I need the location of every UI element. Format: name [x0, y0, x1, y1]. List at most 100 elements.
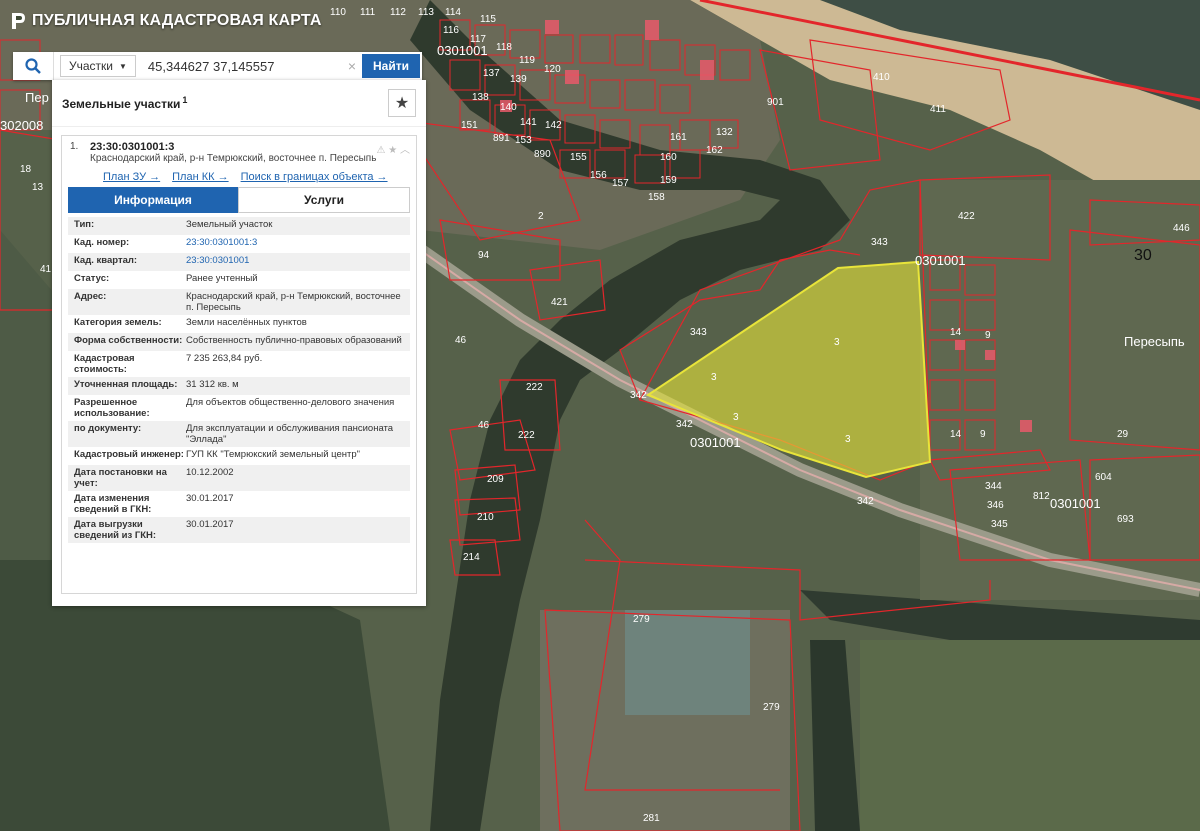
svg-text:13: 13 [32, 182, 44, 193]
svg-text:343: 343 [690, 327, 707, 338]
svg-text:344: 344 [985, 481, 1002, 492]
info-value: Земельный участок [186, 219, 273, 230]
svg-text:345: 345 [991, 519, 1008, 530]
svg-text:158: 158 [648, 192, 665, 203]
info-key: Статус: [74, 273, 110, 284]
chevron-down-icon: ▼ [119, 61, 127, 71]
svg-text:346: 346 [987, 500, 1004, 511]
svg-text:46: 46 [478, 420, 490, 431]
result-count: 1 [182, 95, 188, 105]
svg-text:0301001: 0301001 [1050, 496, 1101, 511]
svg-text:411: 411 [930, 104, 946, 115]
svg-text:162: 162 [706, 145, 723, 156]
result-cad-number[interactable]: 23:30:0301001:3 [90, 141, 377, 153]
svg-text:9: 9 [980, 429, 986, 440]
svg-text:3: 3 [834, 337, 840, 348]
link-search-bounds[interactable]: Поиск в границах объекта → [241, 171, 388, 183]
star-icon: ★ [394, 95, 410, 112]
tab-services[interactable]: Услуги [238, 187, 410, 213]
results-panel: Земельные участки 1 ★ 1. 23:30:0301001:3 … [52, 80, 426, 606]
svg-text:142: 142 [545, 120, 562, 131]
result-address: Краснодарский край, р-н Темрюкский, вост… [90, 153, 377, 164]
svg-text:279: 279 [633, 614, 650, 625]
info-key: Кадастровая стоимость: [74, 353, 135, 375]
svg-text:29: 29 [1117, 429, 1129, 440]
svg-text:118: 118 [496, 42, 512, 53]
info-value: 10.12.2002 [186, 467, 234, 478]
svg-text:812: 812 [1033, 491, 1050, 502]
link-plan-zu[interactable]: План ЗУ → [103, 171, 160, 183]
info-value[interactable]: 23:30:0301001 [186, 255, 410, 269]
svg-text:222: 222 [518, 430, 535, 441]
svg-text:302008: 302008 [0, 118, 43, 133]
result-tabs: Информация Услуги [68, 187, 410, 213]
search-icon [25, 58, 41, 74]
tab-info[interactable]: Информация [68, 187, 238, 213]
info-row: Уточненная площадь: 31 312 кв. м [68, 377, 410, 395]
result-actions: ⚠ ★ ︿ [377, 141, 411, 165]
svg-text:209: 209 [487, 474, 504, 485]
info-key: Дата постановки на учет: [74, 467, 167, 489]
info-row: Кад. номер: 23:30:0301001:3 [68, 235, 410, 253]
info-key: Кад. квартал: [74, 255, 138, 266]
info-key: Категория земель: [74, 317, 162, 328]
info-value: 31 312 кв. м [186, 379, 239, 390]
svg-text:112: 112 [390, 7, 406, 18]
clear-icon[interactable]: × [348, 58, 356, 74]
info-value: 30.01.2017 [186, 519, 234, 530]
svg-text:18: 18 [20, 164, 32, 175]
info-row: Тип: Земельный участок [68, 217, 410, 235]
svg-text:214: 214 [463, 552, 480, 563]
info-row: Адрес: Краснодарский край, р-н Темрюкский… [68, 289, 410, 315]
info-value[interactable]: 23:30:0301001:3 [186, 237, 410, 251]
svg-text:157: 157 [612, 178, 629, 189]
svg-text:120: 120 [544, 64, 561, 75]
info-value: Краснодарский край, р-н Темрюкский, вост… [186, 291, 401, 313]
search-button[interactable] [13, 52, 54, 80]
svg-text:156: 156 [590, 170, 607, 181]
app-brand[interactable]: ПУБЛИЧНАЯ КАДАСТРОВАЯ КАРТА [10, 12, 322, 30]
svg-text:160: 160 [660, 152, 677, 163]
svg-text:139: 139 [510, 74, 527, 85]
svg-text:890: 890 [534, 149, 551, 160]
find-button[interactable]: Найти [362, 54, 420, 78]
svg-text:30: 30 [1134, 247, 1152, 264]
search-type-select[interactable]: Участки ▼ [60, 55, 136, 77]
info-key: Дата изменения сведений в ГКН: [74, 493, 152, 515]
svg-text:Пересыпь: Пересыпь [1124, 334, 1185, 349]
svg-text:111: 111 [360, 7, 376, 18]
info-key: Адрес: [74, 291, 107, 302]
info-key: Разрешенное использование: [74, 397, 150, 419]
svg-text:153: 153 [515, 135, 532, 146]
svg-text:891: 891 [493, 133, 510, 144]
svg-text:155: 155 [570, 152, 587, 163]
svg-text:693: 693 [1117, 514, 1134, 525]
info-row: Кадастровая стоимость: 7 235 263,84 руб. [68, 351, 410, 377]
info-key: Кадастровый инженер: [74, 449, 184, 460]
info-value: 7 235 263,84 руб. [186, 353, 263, 364]
svg-text:140: 140 [500, 102, 517, 113]
search-input[interactable] [145, 57, 348, 75]
search-type-label: Участки [69, 59, 113, 73]
info-row: Дата изменения сведений в ГКН: 30.01.2017 [68, 491, 410, 517]
link-plan-kk[interactable]: План КК → [172, 171, 228, 183]
info-value: 30.01.2017 [186, 493, 234, 504]
svg-text:116: 116 [443, 25, 459, 36]
favorites-button[interactable]: ★ [388, 89, 416, 117]
warning-icon[interactable]: ⚠ [377, 145, 386, 156]
svg-text:Пер: Пер [25, 90, 49, 105]
svg-text:279: 279 [763, 702, 780, 713]
info-row: Дата выгрузки сведений из ГКН: 30.01.2017 [68, 517, 410, 543]
star-icon[interactable]: ★ [388, 145, 397, 156]
collapse-icon[interactable]: ︿ [400, 145, 410, 156]
svg-text:281: 281 [643, 813, 660, 824]
info-row: Форма собственности: Собственность публич… [68, 333, 410, 351]
svg-text:343: 343 [871, 237, 888, 248]
result-links: План ЗУ → План КК → Поиск в границах объ… [62, 165, 416, 187]
info-key: Форма собственности: [74, 335, 183, 346]
svg-text:14: 14 [950, 429, 962, 440]
panel-header: Земельные участки 1 ★ [52, 80, 426, 127]
svg-text:0301001: 0301001 [437, 43, 488, 58]
svg-text:604: 604 [1095, 472, 1112, 483]
info-row: Категория земель: Земли населённых пункто… [68, 315, 410, 333]
